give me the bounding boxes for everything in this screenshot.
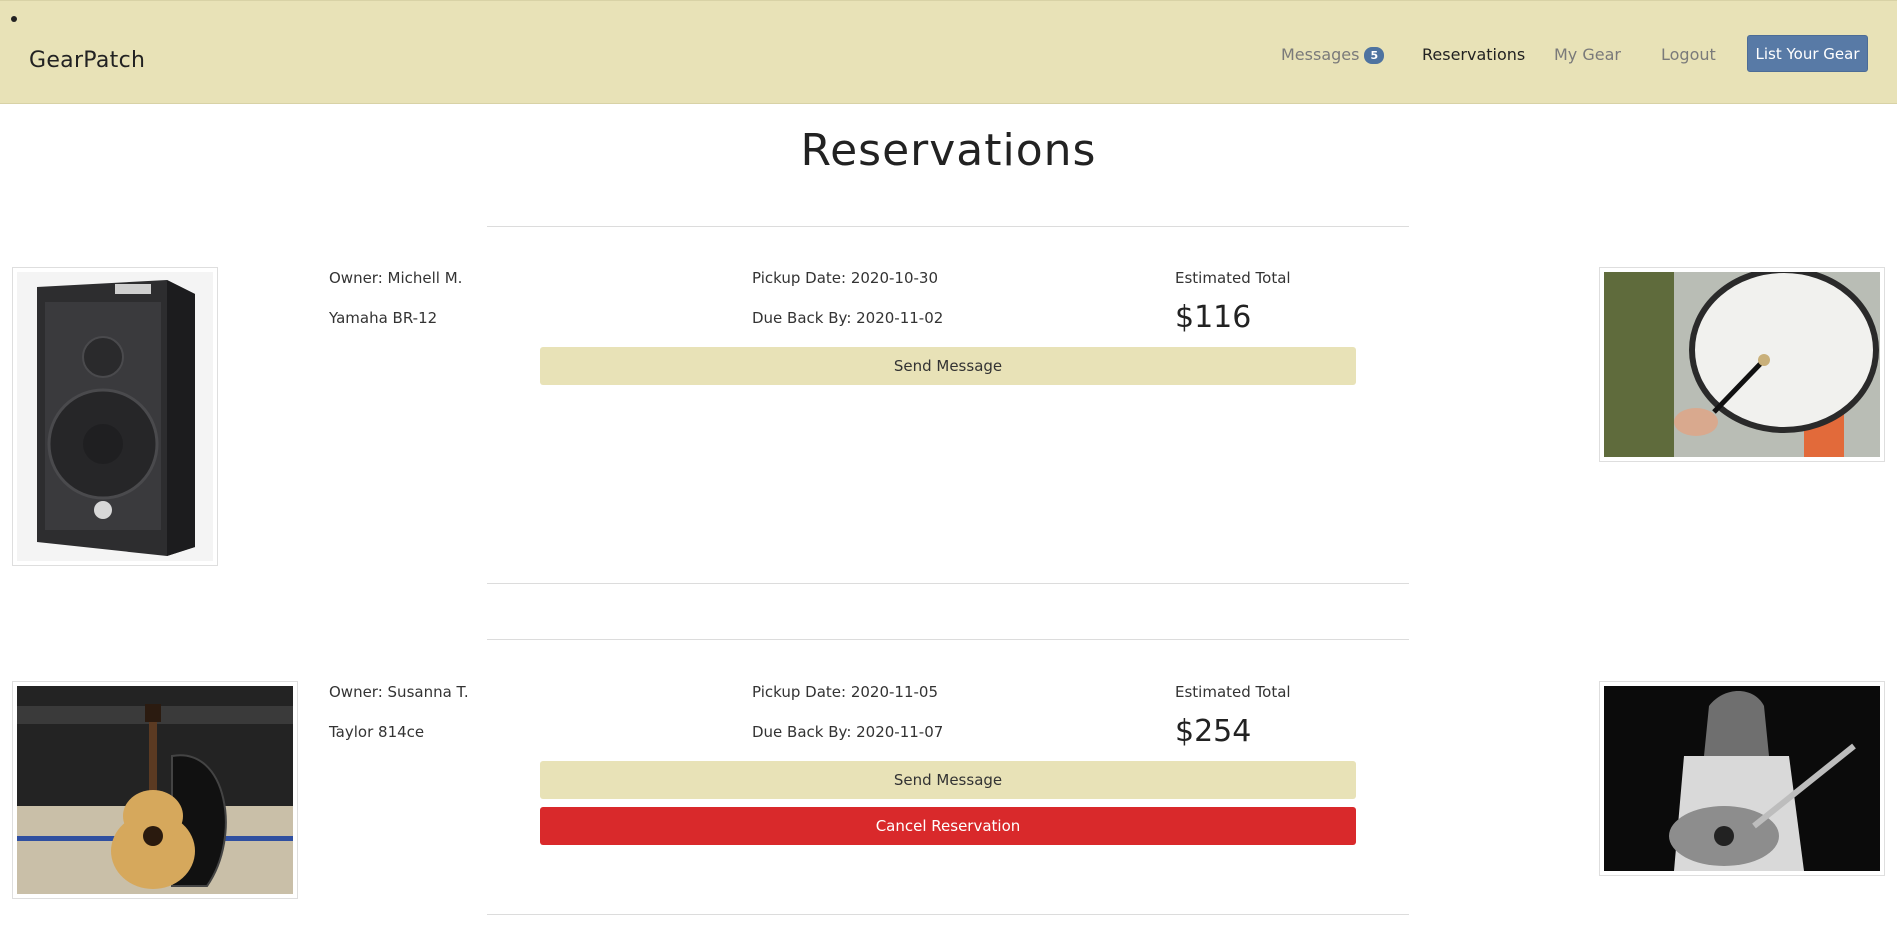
page-title: Reservations bbox=[800, 125, 1097, 176]
estimated-total-label: Estimated Total bbox=[1175, 683, 1291, 701]
list-your-gear-button[interactable]: List Your Gear bbox=[1747, 35, 1868, 72]
gear-image-speaker bbox=[12, 267, 218, 566]
nav-messages-label: Messages bbox=[1281, 45, 1360, 64]
nav-messages[interactable]: Messages 5 bbox=[1281, 45, 1385, 64]
divider bbox=[487, 914, 1409, 915]
gear-image-guitarist bbox=[1599, 681, 1885, 876]
estimated-total-value: $116 bbox=[1175, 300, 1252, 335]
navbar: GearPatch Messages 5 Reservations My Gear… bbox=[0, 0, 1897, 104]
reservation-due-date: Due Back By: 2020-11-07 bbox=[752, 723, 944, 741]
reservation-item-name: Taylor 814ce bbox=[329, 723, 425, 741]
send-message-button[interactable]: Send Message bbox=[540, 761, 1356, 799]
cancel-reservation-button[interactable]: Cancel Reservation bbox=[540, 807, 1356, 845]
estimated-total-label: Estimated Total bbox=[1175, 269, 1291, 287]
reservation-owner: Owner: Susanna T. bbox=[329, 683, 469, 701]
nav-logout[interactable]: Logout bbox=[1661, 45, 1716, 64]
divider bbox=[487, 226, 1409, 227]
speaker-illustration bbox=[37, 280, 195, 556]
reservation-pickup-date: Pickup Date: 2020-10-30 bbox=[752, 269, 938, 287]
bullet-marker bbox=[11, 16, 17, 22]
estimated-total-value: $254 bbox=[1175, 714, 1252, 749]
divider bbox=[487, 639, 1409, 640]
nav-reservations[interactable]: Reservations bbox=[1422, 45, 1525, 64]
send-message-button[interactable]: Send Message bbox=[540, 347, 1356, 385]
reservation-item-name: Yamaha BR-12 bbox=[329, 309, 438, 327]
gear-image-drummer bbox=[1599, 267, 1885, 462]
reservation-pickup-date: Pickup Date: 2020-11-05 bbox=[752, 683, 938, 701]
nav-my-gear[interactable]: My Gear bbox=[1554, 45, 1621, 64]
divider bbox=[487, 583, 1409, 584]
drum-illustration bbox=[1604, 272, 1880, 457]
reservation-due-date: Due Back By: 2020-11-02 bbox=[752, 309, 944, 327]
guitarist-illustration bbox=[1604, 686, 1880, 871]
gear-image-guitar-case bbox=[12, 681, 298, 899]
reservation-owner: Owner: Michell M. bbox=[329, 269, 463, 287]
guitar-illustration bbox=[17, 686, 293, 894]
brand-logo[interactable]: GearPatch bbox=[29, 48, 145, 73]
messages-count-badge: 5 bbox=[1364, 47, 1385, 64]
